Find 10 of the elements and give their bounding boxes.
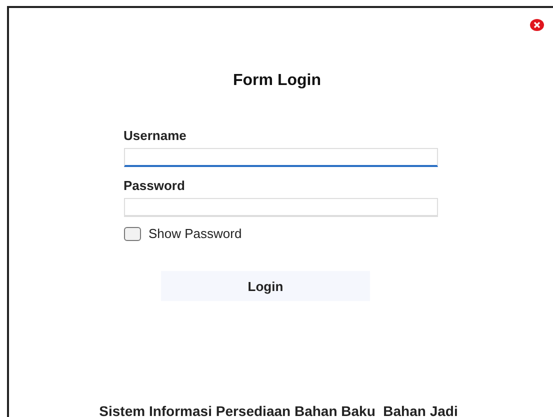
footer-text: Sistem Informasi Persediaan Bahan Baku Bahan Jadi xyxy=(99,403,458,417)
close-icon[interactable] xyxy=(530,19,544,31)
checkbox[interactable] xyxy=(124,226,140,240)
input-field[interactable] xyxy=(124,198,438,217)
field-label: Password xyxy=(124,178,186,193)
login-button[interactable]: Login xyxy=(161,271,370,301)
field-label: Username xyxy=(124,128,188,143)
checkbox-label: Show Password xyxy=(148,226,242,241)
form-title: Form Login xyxy=(233,72,321,90)
input-field[interactable] xyxy=(124,148,438,167)
